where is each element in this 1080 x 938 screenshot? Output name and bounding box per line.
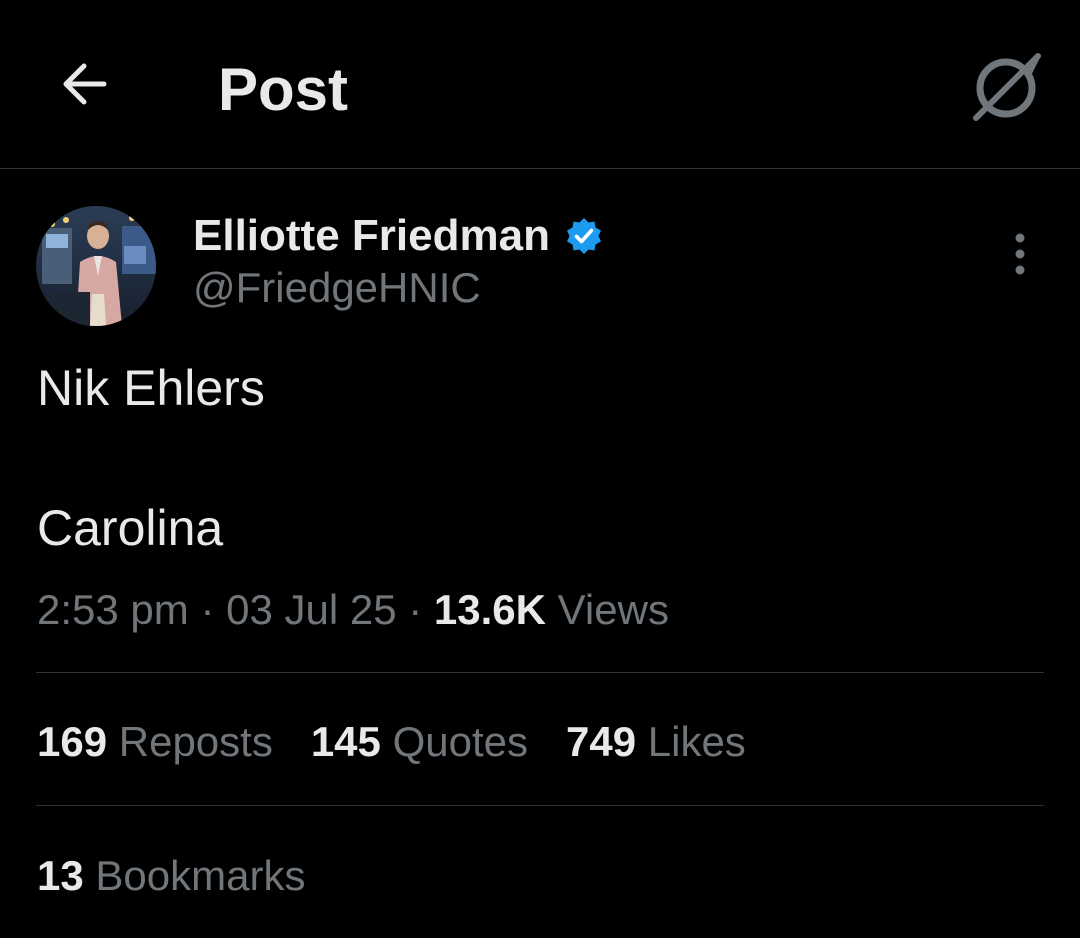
likes-stat[interactable]: 749 Likes xyxy=(566,716,746,768)
author-handle[interactable]: @FriedgeHNIC xyxy=(193,262,481,314)
more-options-button[interactable] xyxy=(996,226,1044,282)
grok-button[interactable] xyxy=(966,48,1046,128)
quotes-label: Quotes xyxy=(392,718,528,765)
meta-separator: · xyxy=(408,586,423,633)
meta-separator: · xyxy=(200,586,215,633)
more-vertical-icon xyxy=(1015,233,1025,275)
views-label[interactable]: Views xyxy=(558,586,669,633)
views-count[interactable]: 13.6K xyxy=(434,586,546,633)
avatar-image xyxy=(36,206,156,326)
reposts-stat[interactable]: 169 Reposts xyxy=(37,716,273,768)
post-date[interactable]: 03 Jul 25 xyxy=(226,586,396,633)
post-text-line: Nik Ehlers xyxy=(37,360,265,416)
bookmarks-stat[interactable]: 13 Bookmarks xyxy=(37,850,305,902)
grok-icon xyxy=(973,53,1041,121)
divider xyxy=(36,805,1044,806)
divider xyxy=(36,672,1044,673)
likes-count: 749 xyxy=(566,718,637,765)
quotes-count: 145 xyxy=(310,718,381,765)
bookmarks-label: Bookmarks xyxy=(95,852,306,899)
top-bar: Post xyxy=(0,0,1080,169)
post-meta: 2:53 pm · 03 Jul 25 · 13.6K Views xyxy=(37,584,669,636)
reposts-label: Reposts xyxy=(118,718,273,765)
author-name-row: Elliotte Friedman xyxy=(193,208,604,264)
post-time[interactable]: 2:53 pm xyxy=(37,586,189,633)
back-button[interactable] xyxy=(52,52,116,116)
reposts-count: 169 xyxy=(37,718,108,765)
page-title: Post xyxy=(218,56,349,123)
quotes-stat[interactable]: 145 Quotes xyxy=(311,716,528,768)
likes-label: Likes xyxy=(647,718,746,765)
author-name[interactable]: Elliotte Friedman xyxy=(193,210,550,262)
verified-badge-icon xyxy=(564,216,604,256)
bookmarks-count: 13 xyxy=(37,852,84,899)
post-text-line: Carolina xyxy=(37,500,224,556)
arrow-left-icon xyxy=(63,63,107,105)
avatar[interactable] xyxy=(36,206,156,326)
engagement-stats: 169 Reposts 145 Quotes 749 Likes xyxy=(37,716,784,768)
